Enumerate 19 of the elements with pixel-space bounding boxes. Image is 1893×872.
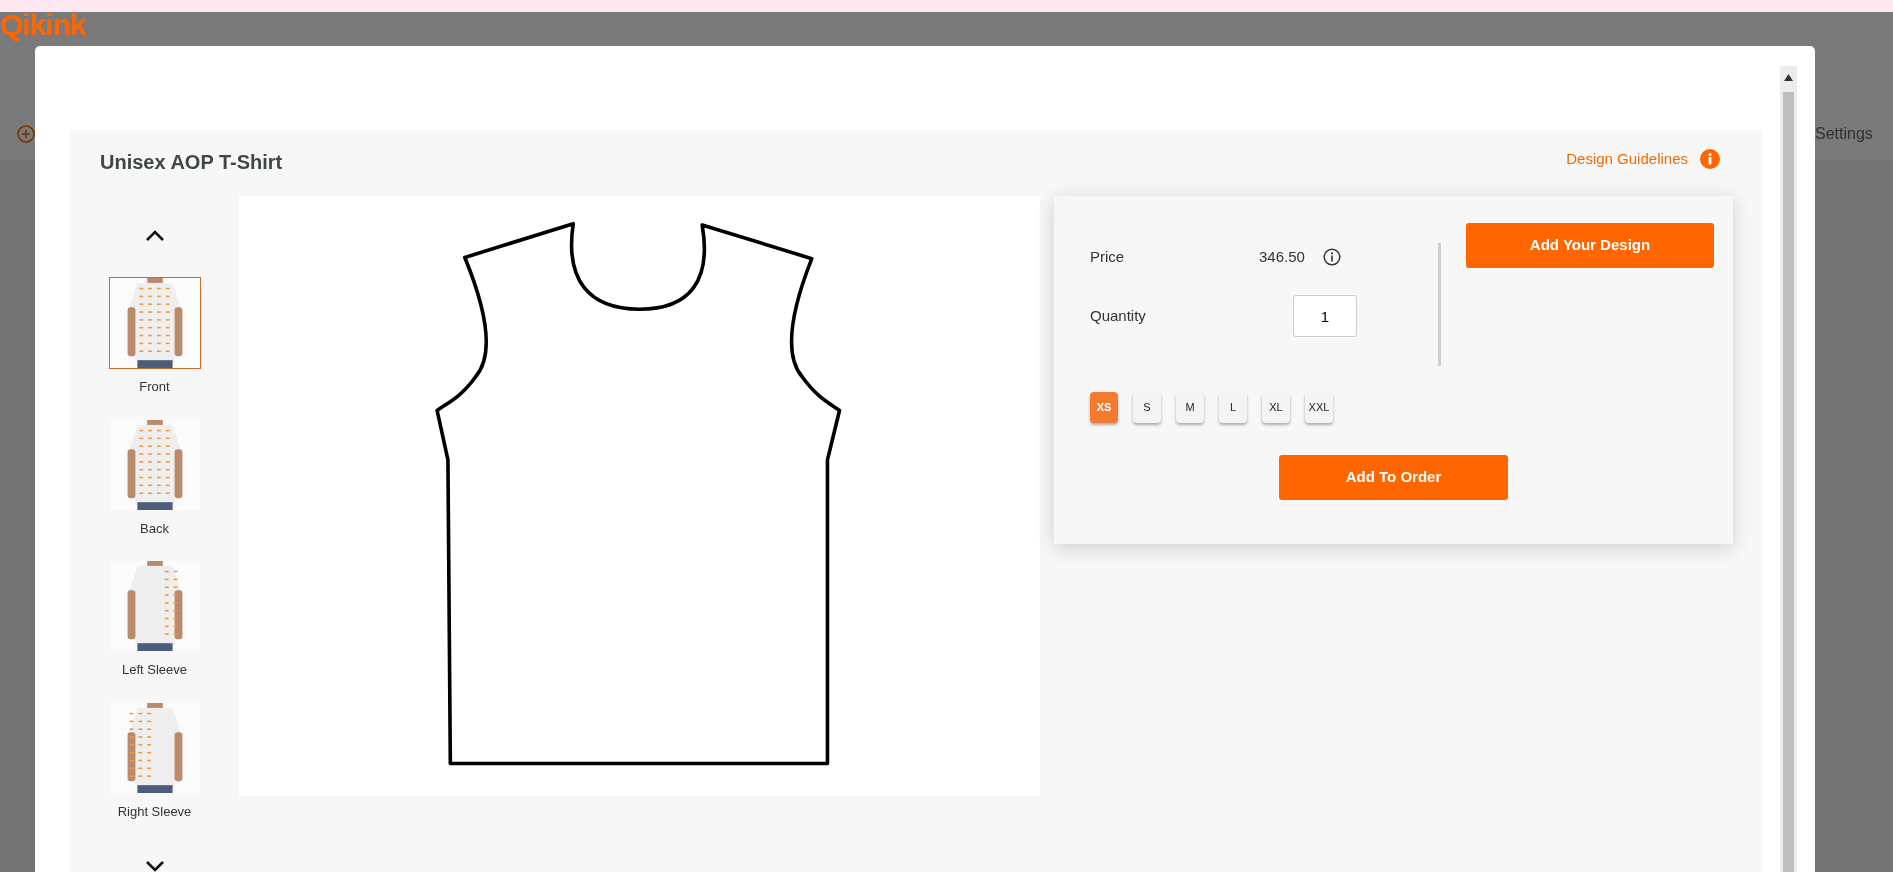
size-option[interactable]: S	[1133, 392, 1161, 423]
quantity-field[interactable]: 1	[1293, 295, 1357, 337]
price-value: 346.50	[1259, 246, 1305, 267]
size-option[interactable]: L	[1219, 392, 1247, 423]
price-label: Price	[1090, 246, 1126, 267]
scrollbar[interactable]	[1780, 66, 1797, 872]
view-label[interactable]: Back	[140, 518, 169, 538]
size-option[interactable]: M	[1176, 392, 1204, 423]
product-title: Unisex AOP T-Shirt	[100, 150, 283, 174]
scroll-up-icon[interactable]	[1784, 74, 1793, 81]
plus-icon[interactable]	[16, 124, 36, 144]
info-icon[interactable]	[1322, 248, 1341, 266]
view-label[interactable]: Left Sleeve	[121, 660, 187, 680]
view-label[interactable]: Right Sleeve	[117, 801, 192, 821]
quantity-label: Quantity	[1090, 305, 1147, 326]
size-option[interactable]: XL	[1262, 392, 1290, 423]
view-label[interactable]: Front	[139, 377, 170, 397]
chevron-down-icon[interactable]	[143, 859, 166, 872]
size-option[interactable]: XXL	[1305, 392, 1333, 423]
